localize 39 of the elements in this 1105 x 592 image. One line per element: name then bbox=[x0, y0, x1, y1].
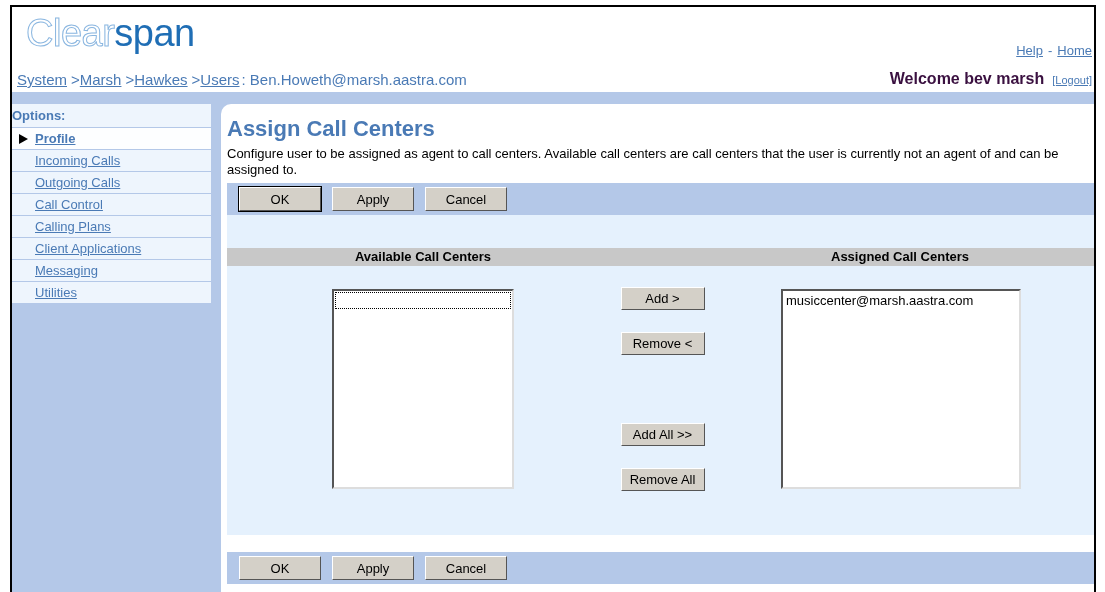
move-button[interactable]: Remove All bbox=[620, 468, 705, 491]
column-header: Available Call Centers bbox=[353, 248, 493, 266]
form-button[interactable]: Apply bbox=[332, 556, 414, 580]
list-option[interactable]: musiccenter@marsh.aastra.com bbox=[783, 291, 1019, 310]
header-link[interactable]: Help bbox=[1016, 43, 1043, 58]
form-button[interactable]: OK bbox=[239, 187, 321, 211]
breadcrumb-link[interactable]: Users bbox=[200, 71, 240, 88]
column-header: Assigned Call Centers bbox=[830, 248, 970, 266]
sidebar-item[interactable]: Messaging bbox=[35, 263, 98, 278]
separator: - bbox=[1047, 43, 1053, 58]
logo: Clearspan bbox=[26, 12, 195, 55]
form-button[interactable]: Cancel bbox=[425, 187, 507, 211]
sidebar-item[interactable]: Incoming Calls bbox=[35, 153, 121, 168]
move-button[interactable]: Add All >> bbox=[620, 423, 705, 446]
sidebar-item[interactable]: Outgoing Calls bbox=[35, 175, 121, 190]
separator: > bbox=[71, 71, 80, 88]
sidebar-item[interactable]: Calling Plans bbox=[35, 219, 111, 234]
form-button[interactable]: Cancel bbox=[425, 556, 507, 580]
breadcrumb-link[interactable]: Marsh bbox=[79, 71, 122, 88]
current-user: : Ben.Howeth@marsh.aastra.com bbox=[241, 71, 467, 88]
header-link[interactable]: Home bbox=[1057, 43, 1092, 58]
logout-link[interactable]: [Logout] bbox=[1052, 74, 1092, 86]
form-button[interactable]: OK bbox=[239, 556, 321, 580]
move-button[interactable]: Remove < bbox=[620, 332, 705, 355]
page-title: Assign Call Centers bbox=[227, 116, 436, 142]
breadcrumb-link[interactable]: System bbox=[17, 71, 67, 88]
sidebar-item[interactable]: Utilities bbox=[35, 285, 77, 300]
form-button[interactable]: Apply bbox=[332, 187, 414, 211]
sidebar-item[interactable]: Client Applications bbox=[35, 241, 142, 256]
breadcrumb-link[interactable]: Hawkes bbox=[134, 71, 188, 88]
assigned-list[interactable]: musiccenter@marsh.aastra.com bbox=[781, 289, 1021, 489]
sidebar-item[interactable]: Call Control bbox=[35, 197, 103, 212]
page-description: Configure user to be assigned as agent to call centers. Available call centers are call centers that the user is currently not an agent of and can be assigned to. bbox=[227, 146, 1060, 178]
separator: > bbox=[191, 71, 201, 88]
separator: > bbox=[125, 71, 135, 88]
sidebar-item[interactable]: Profile bbox=[35, 131, 76, 146]
available-list[interactable] bbox=[332, 289, 514, 489]
welcome-text: Welcome bev marsh bbox=[889, 70, 1045, 88]
move-button[interactable]: Add > bbox=[620, 287, 705, 310]
